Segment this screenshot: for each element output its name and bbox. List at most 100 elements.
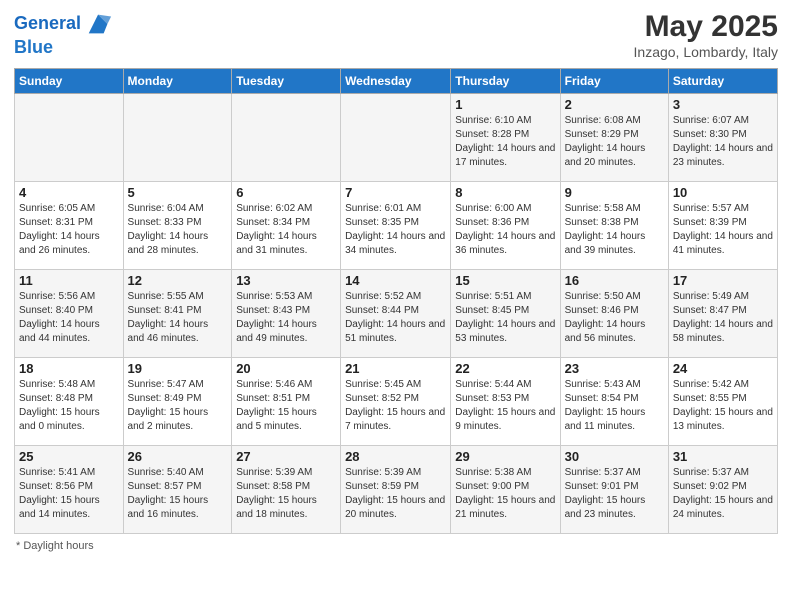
day-number: 24 xyxy=(673,361,773,376)
day-info: Sunrise: 5:50 AM Sunset: 8:46 PM Dayligh… xyxy=(565,290,664,346)
day-info: Sunrise: 5:49 AM Sunset: 8:47 PM Dayligh… xyxy=(673,290,773,346)
calendar-weekday-header: Wednesday xyxy=(341,69,451,94)
subtitle: Inzago, Lombardy, Italy xyxy=(634,44,778,60)
calendar-weekday-header: Tuesday xyxy=(232,69,341,94)
day-number: 5 xyxy=(128,185,228,200)
day-info: Sunrise: 5:42 AM Sunset: 8:55 PM Dayligh… xyxy=(673,378,773,434)
calendar-cell: 17Sunrise: 5:49 AM Sunset: 8:47 PM Dayli… xyxy=(668,270,777,358)
day-info: Sunrise: 6:05 AM Sunset: 8:31 PM Dayligh… xyxy=(19,202,119,258)
calendar-week-row: 11Sunrise: 5:56 AM Sunset: 8:40 PM Dayli… xyxy=(15,270,778,358)
calendar-cell: 12 Sunrise: 5:55 AM Sunset: 8:41 PM Dayli… xyxy=(123,270,232,358)
calendar-cell: 5 Sunrise: 6:04 AM Sunset: 8:33 PM Daylig… xyxy=(123,182,232,270)
calendar-cell: 10Sunrise: 5:57 AM Sunset: 8:39 PM Dayli… xyxy=(668,182,777,270)
day-number: 28 xyxy=(345,449,446,464)
day-info: Sunrise: 5:56 AM Sunset: 8:40 PM Dayligh… xyxy=(19,290,119,346)
calendar-cell: 22 Sunrise: 5:44 AM Sunset: 8:53 PM Dayli… xyxy=(451,358,560,446)
calendar-table: SundayMondayTuesdayWednesdayThursdayFrid… xyxy=(14,68,778,534)
day-number: 27 xyxy=(236,449,336,464)
calendar-cell: 25 Sunrise: 5:41 AM Sunset: 8:56 PM Dayli… xyxy=(15,446,124,534)
day-info: Sunrise: 5:45 AM Sunset: 8:52 PM Dayligh… xyxy=(345,378,446,434)
day-info: Sunrise: 5:53 AM Sunset: 8:43 PM Dayligh… xyxy=(236,290,336,346)
calendar-cell: 2 Sunrise: 6:08 AM Sunset: 8:29 PM Daylig… xyxy=(560,94,668,182)
day-number: 25 xyxy=(19,449,119,464)
calendar-cell: 1Sunrise: 6:10 AM Sunset: 8:28 PM Daylig… xyxy=(451,94,560,182)
calendar-cell: 8 Sunrise: 6:00 AM Sunset: 8:36 PM Daylig… xyxy=(451,182,560,270)
day-number: 16 xyxy=(565,273,664,288)
day-info: Sunrise: 5:37 AM Sunset: 9:01 PM Dayligh… xyxy=(565,466,664,522)
calendar-cell: 9 Sunrise: 5:58 AM Sunset: 8:38 PM Daylig… xyxy=(560,182,668,270)
logo-text-blue: Blue xyxy=(14,38,113,58)
calendar-week-row: 4 Sunrise: 6:05 AM Sunset: 8:31 PM Daylig… xyxy=(15,182,778,270)
day-info: Sunrise: 5:38 AM Sunset: 9:00 PM Dayligh… xyxy=(455,466,555,522)
calendar-cell: 31 Sunrise: 5:37 AM Sunset: 9:02 PM Dayli… xyxy=(668,446,777,534)
day-info: Sunrise: 5:41 AM Sunset: 8:56 PM Dayligh… xyxy=(19,466,119,522)
day-number: 12 xyxy=(128,273,228,288)
day-number: 31 xyxy=(673,449,773,464)
day-info: Sunrise: 5:40 AM Sunset: 8:57 PM Dayligh… xyxy=(128,466,228,522)
calendar-cell: 16 Sunrise: 5:50 AM Sunset: 8:46 PM Dayli… xyxy=(560,270,668,358)
day-info: Sunrise: 5:55 AM Sunset: 8:41 PM Dayligh… xyxy=(128,290,228,346)
footer: * Daylight hours xyxy=(14,540,778,552)
calendar-cell xyxy=(15,94,124,182)
day-info: Sunrise: 5:44 AM Sunset: 8:53 PM Dayligh… xyxy=(455,378,555,434)
calendar-week-row: 18 Sunrise: 5:48 AM Sunset: 8:48 PM Dayli… xyxy=(15,358,778,446)
calendar-cell: 27 Sunrise: 5:39 AM Sunset: 8:58 PM Dayli… xyxy=(232,446,341,534)
day-number: 29 xyxy=(455,449,555,464)
day-number: 14 xyxy=(345,273,446,288)
calendar-weekday-header: Thursday xyxy=(451,69,560,94)
day-number: 22 xyxy=(455,361,555,376)
day-number: 4 xyxy=(19,185,119,200)
calendar-cell xyxy=(123,94,232,182)
day-info: Sunrise: 6:00 AM Sunset: 8:36 PM Dayligh… xyxy=(455,202,555,258)
calendar-cell: 3 Sunrise: 6:07 AM Sunset: 8:30 PM Daylig… xyxy=(668,94,777,182)
calendar-cell xyxy=(232,94,341,182)
calendar-cell: 30 Sunrise: 5:37 AM Sunset: 9:01 PM Dayli… xyxy=(560,446,668,534)
day-info: Sunrise: 5:51 AM Sunset: 8:45 PM Dayligh… xyxy=(455,290,555,346)
day-info: Sunrise: 6:10 AM Sunset: 8:28 PM Dayligh… xyxy=(455,114,555,170)
logo: General Blue xyxy=(14,10,113,58)
calendar-header-row: SundayMondayTuesdayWednesdayThursdayFrid… xyxy=(15,69,778,94)
calendar-cell: 4 Sunrise: 6:05 AM Sunset: 8:31 PM Daylig… xyxy=(15,182,124,270)
day-number: 15 xyxy=(455,273,555,288)
day-info: Sunrise: 6:04 AM Sunset: 8:33 PM Dayligh… xyxy=(128,202,228,258)
day-info: Sunrise: 5:48 AM Sunset: 8:48 PM Dayligh… xyxy=(19,378,119,434)
day-number: 20 xyxy=(236,361,336,376)
logo-icon xyxy=(85,10,113,38)
day-info: Sunrise: 6:02 AM Sunset: 8:34 PM Dayligh… xyxy=(236,202,336,258)
day-info: Sunrise: 6:08 AM Sunset: 8:29 PM Dayligh… xyxy=(565,114,664,170)
calendar-cell: 18 Sunrise: 5:48 AM Sunset: 8:48 PM Dayli… xyxy=(15,358,124,446)
calendar-cell: 23Sunrise: 5:43 AM Sunset: 8:54 PM Dayli… xyxy=(560,358,668,446)
calendar-cell: 28 Sunrise: 5:39 AM Sunset: 8:59 PM Dayli… xyxy=(341,446,451,534)
day-number: 3 xyxy=(673,97,773,112)
calendar-cell: 13Sunrise: 5:53 AM Sunset: 8:43 PM Dayli… xyxy=(232,270,341,358)
calendar-cell: 29 Sunrise: 5:38 AM Sunset: 9:00 PM Dayli… xyxy=(451,446,560,534)
calendar-cell: 19Sunrise: 5:47 AM Sunset: 8:49 PM Dayli… xyxy=(123,358,232,446)
calendar-cell xyxy=(341,94,451,182)
calendar-weekday-header: Saturday xyxy=(668,69,777,94)
day-info: Sunrise: 6:07 AM Sunset: 8:30 PM Dayligh… xyxy=(673,114,773,170)
day-number: 30 xyxy=(565,449,664,464)
calendar-week-row: 1Sunrise: 6:10 AM Sunset: 8:28 PM Daylig… xyxy=(15,94,778,182)
calendar-cell: 21Sunrise: 5:45 AM Sunset: 8:52 PM Dayli… xyxy=(341,358,451,446)
calendar-cell: 14Sunrise: 5:52 AM Sunset: 8:44 PM Dayli… xyxy=(341,270,451,358)
day-number: 9 xyxy=(565,185,664,200)
calendar-cell: 20Sunrise: 5:46 AM Sunset: 8:51 PM Dayli… xyxy=(232,358,341,446)
calendar-cell: 6Sunrise: 6:02 AM Sunset: 8:34 PM Daylig… xyxy=(232,182,341,270)
day-number: 8 xyxy=(455,185,555,200)
main-title: May 2025 xyxy=(634,10,778,44)
day-info: Sunrise: 5:57 AM Sunset: 8:39 PM Dayligh… xyxy=(673,202,773,258)
calendar-cell: 11Sunrise: 5:56 AM Sunset: 8:40 PM Dayli… xyxy=(15,270,124,358)
day-info: Sunrise: 5:58 AM Sunset: 8:38 PM Dayligh… xyxy=(565,202,664,258)
day-info: Sunrise: 5:39 AM Sunset: 8:59 PM Dayligh… xyxy=(345,466,446,522)
calendar-weekday-header: Sunday xyxy=(15,69,124,94)
calendar-weekday-header: Friday xyxy=(560,69,668,94)
day-number: 18 xyxy=(19,361,119,376)
page: General Blue May 2025 Inzago, Lombardy, … xyxy=(0,0,792,612)
day-number: 2 xyxy=(565,97,664,112)
day-info: Sunrise: 5:39 AM Sunset: 8:58 PM Dayligh… xyxy=(236,466,336,522)
day-info: Sunrise: 5:37 AM Sunset: 9:02 PM Dayligh… xyxy=(673,466,773,522)
day-number: 19 xyxy=(128,361,228,376)
header: General Blue May 2025 Inzago, Lombardy, … xyxy=(14,10,778,60)
calendar-cell: 15 Sunrise: 5:51 AM Sunset: 8:45 PM Dayli… xyxy=(451,270,560,358)
calendar-cell: 26Sunrise: 5:40 AM Sunset: 8:57 PM Dayli… xyxy=(123,446,232,534)
